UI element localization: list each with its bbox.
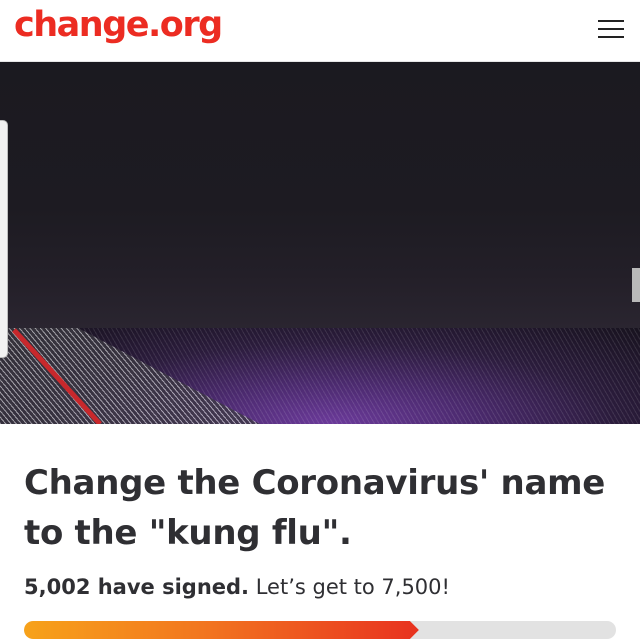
signature-progress-fill [24, 621, 419, 639]
hamburger-menu-icon[interactable] [598, 18, 626, 40]
petition-hero-image [0, 62, 640, 424]
hero-dark-area [0, 62, 640, 328]
side-drawer-handle[interactable] [0, 120, 8, 358]
menu-bar-top [598, 20, 624, 22]
menu-bar-middle [598, 28, 624, 30]
image-scroll-indicator[interactable] [632, 268, 640, 302]
petition-title: Change the Coronavirus' name to the "kun… [24, 463, 605, 553]
signature-goal: Let’s get to 7,500! [249, 575, 450, 599]
signature-status: 5,002 have signed. Let’s get to 7,500! [24, 572, 450, 602]
menu-bar-bottom [598, 36, 624, 38]
signature-progress-bar [24, 621, 616, 639]
change-org-logo[interactable]: change.org [14, 4, 223, 46]
signature-count: 5,002 have signed. [24, 575, 250, 599]
site-header: change.org [0, 0, 640, 62]
